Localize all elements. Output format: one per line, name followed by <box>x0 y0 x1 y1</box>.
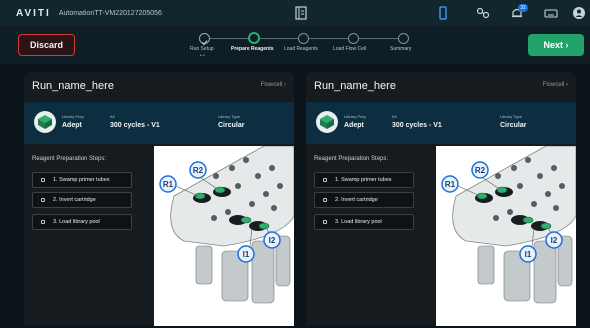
notification-badge: 32 <box>518 4 528 12</box>
library-type-label: Library Type <box>500 114 522 119</box>
brand-logo: AVITI <box>16 7 51 19</box>
prep-step-label: 1. Swamp primer tubes <box>335 177 392 183</box>
marker-r2-label: R2 <box>193 166 204 175</box>
run-name: Run_name_here <box>32 80 114 92</box>
marker-i1-label: I1 <box>243 250 250 259</box>
prep-step-item[interactable]: 1. Swamp primer tubes <box>32 172 132 188</box>
kit-field: Kit 300 cycles - V1 <box>392 114 442 129</box>
kit-field: Kit 300 cycles - V1 <box>110 114 160 129</box>
checkbox-icon <box>323 178 327 182</box>
user-icon[interactable] <box>572 6 586 20</box>
library-prep-value: Adept <box>62 122 82 129</box>
step-label-summary: Summary <box>390 46 412 52</box>
keyboard-icon[interactable] <box>544 6 558 20</box>
step-load-reagents-dot[interactable] <box>298 33 309 44</box>
cartridge-illustration: R1 R2 I1 I2 <box>154 146 294 326</box>
kit-value: 300 cycles - V1 <box>110 122 160 129</box>
kit-label: Kit <box>392 114 397 119</box>
step-prepare-reagents-dot[interactable] <box>248 32 260 44</box>
cartridge-illustration: R1 R2 I1 I2 <box>436 146 576 326</box>
marker-i1: I1 <box>237 245 255 263</box>
prep-step-item[interactable]: 1. Swamp primer tubes <box>314 172 414 188</box>
library-prep-icon <box>34 111 56 133</box>
marker-r1-label: R1 <box>163 180 174 189</box>
marker-i2-label: I2 <box>269 236 276 245</box>
step-label-load-flow-cell: Load Flow Cell <box>333 46 367 52</box>
flowcell-link[interactable]: Flowcell › <box>543 82 568 88</box>
marker-r1-label: R1 <box>445 180 456 189</box>
discard-button[interactable]: Discard <box>18 34 75 56</box>
library-prep-icon <box>316 111 338 133</box>
marker-r2: R2 <box>189 161 207 179</box>
library-prep-label: Library Prep <box>344 114 366 119</box>
panel-header: Run_name_here Flowcell › <box>24 72 294 100</box>
checkbox-icon <box>323 220 327 224</box>
marker-r2: R2 <box>471 161 489 179</box>
prep-step-label: 2. Invert cartridge <box>53 197 96 203</box>
library-prep-field: Library Prep Adept <box>62 114 84 129</box>
kit-value: 300 cycles - V1 <box>392 122 442 129</box>
marker-i1-label: I1 <box>525 250 532 259</box>
marker-r1: R1 <box>441 175 459 193</box>
link-icon[interactable] <box>476 6 490 20</box>
prep-step-item[interactable]: 2. Invert cartridge <box>314 192 414 208</box>
library-prep-value: Adept <box>344 122 364 129</box>
tablet-icon[interactable] <box>436 6 450 20</box>
checkbox-icon <box>41 178 45 182</box>
flowcell-label: Flowcell <box>260 82 283 88</box>
checkbox-icon <box>323 198 327 202</box>
checkbox-icon <box>41 220 45 224</box>
steps-title: Reagent Preparation Steps: <box>32 156 107 162</box>
prep-step-item[interactable]: 3. Load library pool <box>32 214 132 230</box>
library-type-label: Library Type <box>218 114 240 119</box>
library-prep-field: Library Prep Adept <box>344 114 366 129</box>
run-info-bar: Library Prep Adept Kit 300 cycles - V1 L… <box>306 102 576 144</box>
flowcell-label: Flowcell <box>542 82 565 88</box>
library-type-value: Circular <box>218 122 245 129</box>
library-prep-label: Library Prep <box>62 114 84 119</box>
library-type-value: Circular <box>500 122 527 129</box>
step-label-prepare-reagents: Prepare Reagents <box>231 46 274 52</box>
instrument-name: AutomationTT-VM220127205056 <box>58 9 162 17</box>
prep-step-label: 2. Invert cartridge <box>335 197 378 203</box>
library-type-field: Library Type Circular <box>500 114 526 129</box>
marker-r2-label: R2 <box>475 166 486 175</box>
prep-step-label: 3. Load library pool <box>335 219 382 225</box>
prep-step-item[interactable]: 3. Load library pool <box>314 214 414 230</box>
prep-step-label: 3. Load library pool <box>53 219 100 225</box>
step-sub-run-setup: • • <box>200 53 205 59</box>
step-summary-dot[interactable] <box>398 33 409 44</box>
run-info-bar: Library Prep Adept Kit 300 cycles - V1 L… <box>24 102 294 144</box>
panel-header: Run_name_here Flowcell › <box>306 72 576 100</box>
run-name: Run_name_here <box>314 80 396 92</box>
run-panel-left: Run_name_here Flowcell › Library Prep Ad… <box>24 72 294 326</box>
marker-i1: I1 <box>519 245 537 263</box>
kit-label: Kit <box>110 114 115 119</box>
library-type-field: Library Type Circular <box>218 114 244 129</box>
checkbox-icon <box>41 198 45 202</box>
marker-i2: I2 <box>545 231 563 249</box>
run-panel-right: Run_name_here Flowcell › Library Prep Ad… <box>306 72 576 326</box>
steps-title: Reagent Preparation Steps: <box>314 156 389 162</box>
step-label-load-reagents: Load Reagents <box>284 46 318 52</box>
step-label-run-setup: Run Setup <box>190 46 214 52</box>
wizard-bar: Discard Run Setup • • Prepare Reagents L… <box>0 26 590 64</box>
flowcell-link[interactable]: Flowcell › <box>261 82 286 88</box>
marker-i2: I2 <box>263 231 281 249</box>
step-load-flow-cell-dot[interactable] <box>348 33 359 44</box>
prep-step-item[interactable]: 2. Invert cartridge <box>32 192 132 208</box>
prep-step-label: 1. Swamp primer tubes <box>53 177 110 183</box>
step-run-setup-dot[interactable] <box>199 33 210 46</box>
document-icon[interactable] <box>295 6 307 20</box>
marker-r1: R1 <box>159 175 177 193</box>
next-button[interactable]: Next › <box>528 34 584 56</box>
marker-i2-label: I2 <box>551 236 558 245</box>
